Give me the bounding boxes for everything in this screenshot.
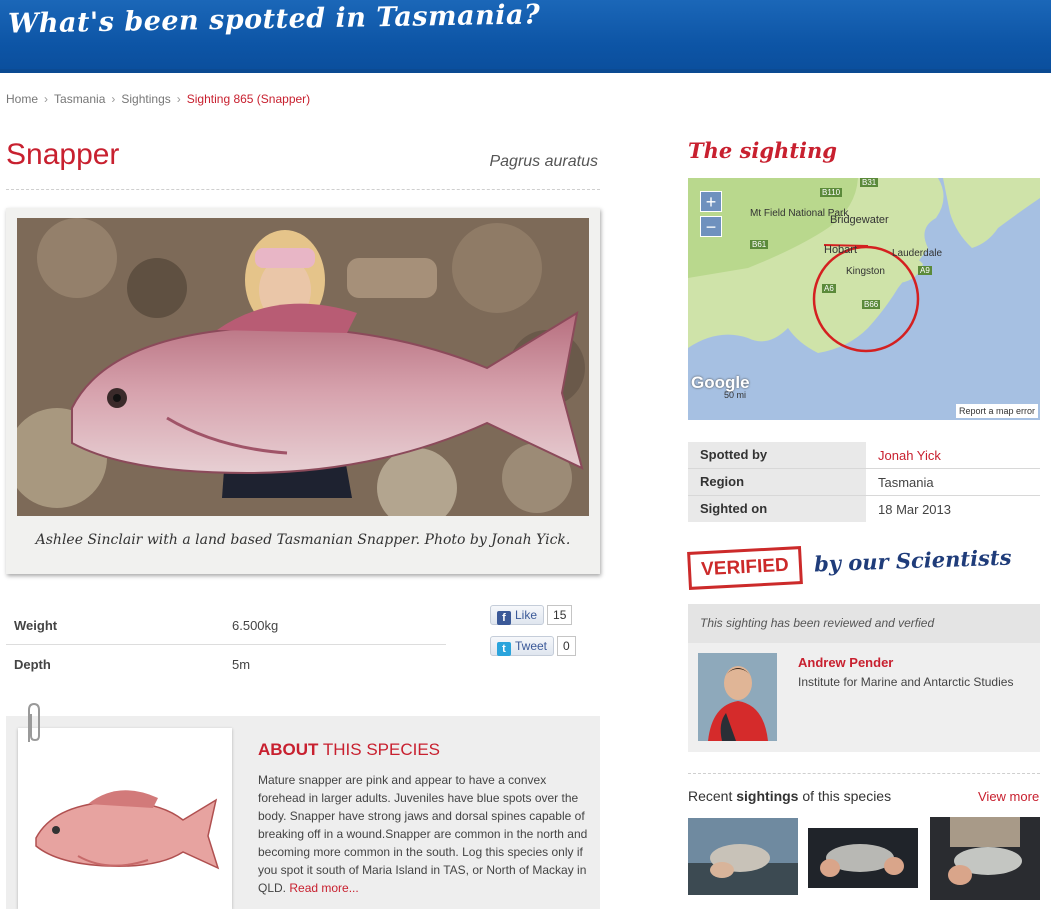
scientist-photo-illustration — [698, 653, 777, 741]
photo-caption: Ashlee Sinclair with a land based Tasman… — [35, 532, 571, 548]
tweet-count: 0 — [557, 636, 576, 656]
breadcrumb-sightings[interactable]: Sightings — [121, 92, 170, 106]
road-tag-a6: A6 — [822, 284, 836, 293]
recent-sightings-title: Recent sightings of this species — [688, 788, 891, 804]
detail-label: Region — [688, 469, 866, 495]
sighting-photo[interactable] — [17, 218, 589, 516]
stat-label: Weight — [14, 618, 58, 633]
facebook-like-widget: f Like 15 — [490, 605, 573, 625]
breadcrumb-separator: › — [111, 92, 116, 106]
about-heading-rest: this species — [318, 740, 441, 759]
thumb-image — [808, 828, 918, 888]
sighting-heading: The sighting — [688, 138, 837, 163]
breadcrumb: Home › Tasmania › Sightings › Sighting 865 (Sn… — [6, 92, 310, 106]
facebook-like-button[interactable]: f Like — [490, 605, 545, 625]
about-description: Mature snapper are pink and appear to ha… — [258, 771, 588, 897]
map-label-bridgewater: Bridgewater — [830, 214, 889, 226]
breadcrumb-tasmania[interactable]: Tasmania — [54, 92, 105, 106]
zoom-out-button[interactable]: − — [700, 216, 722, 237]
zoom-in-button[interactable]: + — [700, 191, 722, 212]
road-tag-b61: B61 — [750, 240, 769, 249]
tweet-label: Tweet — [515, 639, 548, 653]
detail-row-region: Region Tasmania — [688, 469, 1040, 496]
road-tag-b110: B110 — [820, 188, 843, 197]
map-scale: 50 mi — [724, 390, 747, 400]
page-title: Snapper — [6, 138, 120, 171]
scientist-organisation: Institute for Marine and Antarctic Studi… — [798, 675, 1014, 689]
banner-title: What's been spotted in Tasmania? — [7, 0, 541, 40]
stat-value: 6.500kg — [232, 618, 279, 633]
stat-row-weight: Weight 6.500kg — [6, 606, 446, 645]
road-tag-b31: B31 — [860, 178, 879, 187]
map-label-kingston: Kingston — [846, 266, 885, 277]
spotter-link[interactable]: Jonah Yick — [878, 448, 941, 463]
recent-sighting-thumb[interactable] — [688, 818, 798, 895]
verified-stamp: VERIFIED — [687, 546, 803, 590]
like-count: 15 — [547, 605, 573, 625]
stat-label: Depth — [14, 657, 51, 672]
breadcrumb-separator: › — [176, 92, 181, 106]
about-heading-bold: About — [258, 740, 319, 759]
scientist-avatar — [698, 653, 777, 741]
review-note: This sighting has been reviewed and verf… — [688, 604, 1040, 643]
paperclip-icon — [28, 702, 40, 742]
recent-sighting-thumb[interactable] — [930, 817, 1040, 900]
snapper-illustration — [35, 790, 220, 870]
about-heading: About this species — [258, 740, 440, 760]
twitter-tweet-widget: t Tweet 0 — [490, 636, 576, 656]
thumb-image — [688, 818, 798, 895]
sighting-stats: Weight 6.500kg Depth 5m — [6, 606, 446, 684]
read-more-link[interactable]: Read more... — [289, 881, 358, 895]
tweet-button[interactable]: t Tweet — [490, 636, 555, 656]
sighting-map[interactable]: + − Mt Field National Park Bridgewater H… — [688, 178, 1040, 420]
sighting-details: Spotted by Jonah Yick Region Tasmania Si… — [688, 442, 1040, 523]
detail-label: Sighted on — [688, 496, 866, 522]
verified-tagline: by our Scientists — [813, 544, 1012, 577]
report-map-error-link[interactable]: Report a map error — [955, 404, 1038, 418]
divider — [6, 189, 600, 190]
species-illustration — [18, 728, 232, 909]
recent-title-pre: Recent — [688, 788, 737, 804]
site-banner: What's been spotted in Tasmania? — [0, 0, 1051, 73]
sighting-photo-card: Ashlee Sinclair with a land based Tasman… — [6, 208, 600, 574]
map-zoom-controls: + − — [700, 191, 722, 241]
about-text: Mature snapper are pink and appear to ha… — [258, 773, 588, 895]
breadcrumb-current: Sighting 865 (Snapper) — [186, 92, 311, 106]
recent-title-bold: sightings — [736, 788, 799, 804]
map-label-lauderdale: Lauderdale — [892, 248, 943, 259]
like-label: Like — [515, 608, 538, 622]
twitter-icon: t — [497, 642, 511, 656]
detail-value: Tasmania — [878, 475, 934, 490]
thumb-image — [930, 817, 1040, 900]
scientist-name-link[interactable]: Andrew Pender — [798, 655, 893, 670]
road-tag-a9: A9 — [918, 266, 932, 275]
about-species-panel: About this species Mature snapper are pi… — [6, 702, 600, 909]
divider — [688, 773, 1040, 774]
recent-sighting-thumb[interactable] — [808, 828, 918, 888]
breadcrumb-home[interactable]: Home — [6, 92, 38, 106]
detail-row-sighted-on: Sighted on 18 Mar 2013 — [688, 496, 1040, 523]
breadcrumb-separator: › — [44, 92, 49, 106]
detail-label: Spotted by — [688, 442, 866, 468]
view-more-link[interactable]: View more — [978, 789, 1039, 804]
recent-title-post: of this species — [798, 788, 892, 804]
map-label-hobart: Hobart — [824, 244, 858, 256]
review-panel: This sighting has been reviewed and verf… — [688, 604, 1040, 752]
road-tag-b66: B66 — [862, 300, 881, 309]
detail-value: 18 Mar 2013 — [878, 502, 951, 517]
facebook-icon: f — [497, 611, 511, 625]
fish-photo-illustration — [17, 218, 589, 516]
detail-row-spotted-by: Spotted by Jonah Yick — [688, 442, 1040, 469]
stat-row-depth: Depth 5m — [6, 645, 446, 684]
stat-value: 5m — [232, 657, 251, 672]
scientific-name: Pagrus auratus — [489, 153, 598, 170]
